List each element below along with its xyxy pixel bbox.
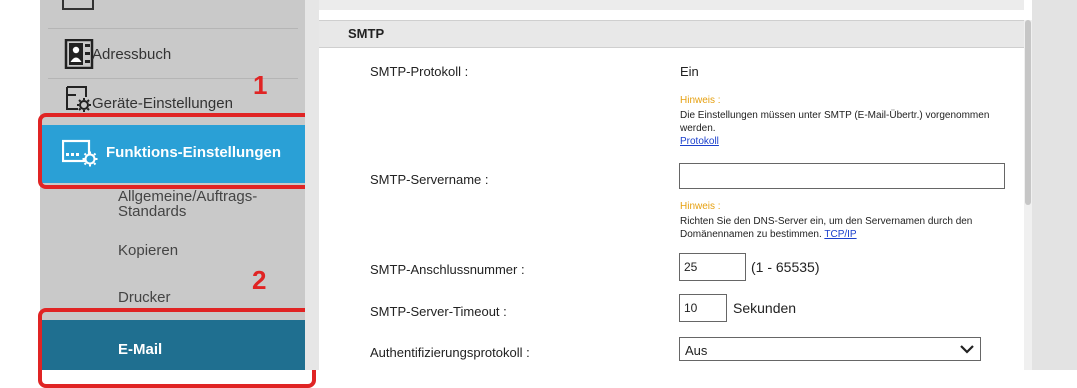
auth-protocol-value: Aus: [685, 343, 708, 358]
smtp-port-label: SMTP-Anschlussnummer :: [370, 262, 525, 277]
smtp-protocol-label: SMTP-Protokoll :: [370, 64, 469, 79]
smtp-protocol-value: Ein: [680, 64, 699, 79]
tcpip-link[interactable]: TCP/IP: [824, 229, 856, 240]
sidebar-item-partial[interactable]: [48, 0, 298, 29]
sidebar-item-label: Adressbuch: [92, 46, 172, 63]
smtp-servername-input[interactable]: [679, 163, 1005, 189]
hint-title: Hinweis :: [680, 95, 721, 106]
address-book-icon: [64, 39, 94, 69]
hint-body: Die Einstellungen müssen unter SMTP (E-M…: [680, 110, 990, 134]
callout-highlight-1: [38, 113, 316, 189]
device-settings-icon: [66, 86, 91, 112]
scrollbar-thumb[interactable]: [1025, 20, 1031, 205]
callout-number-2: 2: [252, 265, 267, 295]
section-header: SMTP: [319, 20, 1024, 48]
smtp-port-range: (1 - 65535): [751, 259, 820, 275]
left-margin: [0, 0, 40, 370]
chevron-down-icon: [960, 345, 974, 354]
smtp-servername-label: SMTP-Servername :: [370, 172, 489, 187]
right-margin: [1032, 0, 1077, 370]
gutter: [305, 0, 319, 370]
smtp-timeout-unit: Sekunden: [733, 300, 797, 316]
sidebar-subitem-allgemeine[interactable]: Allgemeine/Auftrags-Standards: [118, 189, 298, 219]
smtp-port-input[interactable]: [679, 253, 746, 281]
main-content: SMTP SMTP-Protokoll : Ein Hinweis : Die …: [319, 0, 1032, 370]
smtp-timeout-label: SMTP-Server-Timeout :: [370, 304, 507, 319]
hint-text: Die Einstellungen müssen unter SMTP (E-M…: [680, 109, 995, 148]
smtp-timeout-input[interactable]: [679, 294, 727, 322]
hint-title: Hinweis :: [680, 201, 721, 212]
sidebar-subitem-kopieren[interactable]: Kopieren: [118, 243, 178, 258]
hint-text: Richten Sie den DNS-Server ein, um den S…: [680, 215, 1000, 241]
scrollbar[interactable]: [1024, 20, 1032, 370]
partial-icon: [62, 0, 94, 10]
section-title: SMTP: [348, 26, 385, 41]
protokoll-link[interactable]: Protokoll: [680, 136, 719, 147]
auth-protocol-select[interactable]: Aus: [679, 337, 981, 361]
sidebar-item-label: Geräte-Einstellungen: [92, 95, 233, 112]
auth-protocol-label: Authentifizierungsprotokoll :: [370, 345, 530, 360]
sidebar-subitem-drucker[interactable]: Drucker: [118, 290, 171, 305]
callout-highlight-2: [38, 308, 316, 388]
callout-number-1: 1: [253, 70, 268, 100]
top-strip: [319, 0, 1024, 10]
